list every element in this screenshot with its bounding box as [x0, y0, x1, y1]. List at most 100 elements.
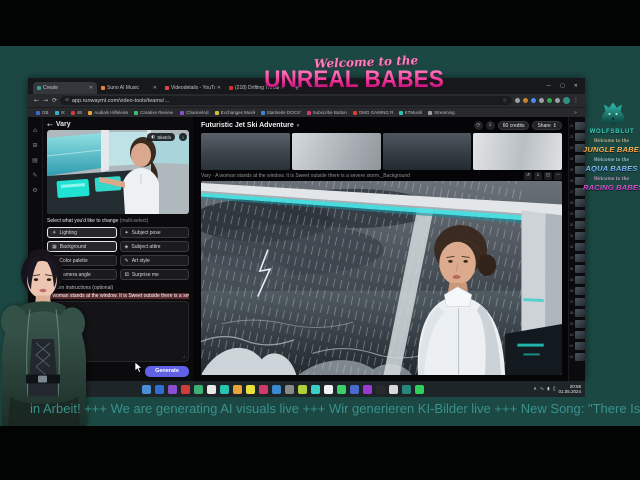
taskbar-app-icon[interactable]: [336, 384, 346, 394]
vary-option-button[interactable]: ⚄ Surprise me: [119, 269, 189, 280]
history-thumbnail[interactable]: [574, 210, 585, 218]
image-action-button[interactable]: ↺: [524, 171, 532, 180]
history-item[interactable]: 39: [570, 320, 585, 328]
tab-close-icon[interactable]: ✕: [153, 85, 157, 91]
history-item[interactable]: 41: [570, 342, 585, 350]
bookmark-item[interactable]: Exchanges Musik M…: [214, 110, 255, 115]
image-action-button[interactable]: ◱: [544, 171, 552, 180]
history-thumbnail[interactable]: [574, 276, 585, 284]
history-thumbnail[interactable]: [574, 353, 585, 361]
history-item[interactable]: 31: [570, 232, 585, 240]
history-item[interactable]: 21: [570, 122, 585, 130]
bookmark-item[interactable]: ChannelAd: [180, 110, 209, 115]
credits-badge[interactable]: 60 credits: [497, 121, 530, 130]
vary-option-button[interactable]: ☀ Lighting: [47, 227, 117, 238]
history-thumbnail[interactable]: [574, 342, 585, 350]
taskbar-app-icon[interactable]: [258, 384, 268, 394]
bookmark-item[interactable]: KTMusik: [398, 110, 422, 115]
generation-thumbnail[interactable]: [291, 133, 381, 170]
history-item[interactable]: 40: [570, 331, 585, 339]
taskbar-app-icon[interactable]: [180, 384, 190, 394]
taskbar-app-icon[interactable]: [232, 384, 242, 394]
history-item[interactable]: 30: [570, 221, 585, 229]
taskbar-app-icon[interactable]: [388, 384, 398, 394]
extension-icon[interactable]: [539, 98, 544, 103]
browser-tab[interactable]: Suno AI Music ✕: [97, 82, 161, 94]
tab-close-icon[interactable]: ✕: [89, 85, 93, 91]
taskbar-app-icon[interactable]: [310, 384, 320, 394]
taskbar-app-icon[interactable]: [141, 384, 151, 394]
generation-thumbnail[interactable]: [382, 133, 472, 170]
extension-icon[interactable]: [547, 98, 552, 103]
history-item[interactable]: 33: [570, 254, 585, 262]
history-thumbnail[interactable]: [574, 298, 585, 306]
browser-tab[interactable]: Videodetails - YouTube Studio ✕: [161, 82, 225, 94]
taskbar-app-icon[interactable]: [414, 384, 424, 394]
browser-menu-icon[interactable]: ⋮: [573, 97, 579, 104]
rail-tool-icon[interactable]: ⌂: [33, 127, 37, 134]
history-thumbnail[interactable]: [574, 265, 585, 273]
session-title[interactable]: Futuristic Jet Ski Adventure: [201, 122, 294, 129]
rail-tool-icon[interactable]: ✎: [32, 172, 37, 179]
bookmark-item[interactable]: Startseite DOCSY e.V.: [260, 110, 301, 115]
history-item[interactable]: 34: [570, 265, 585, 273]
history-item[interactable]: 38: [570, 309, 585, 317]
taskbar-app-icon[interactable]: [349, 384, 359, 394]
history-thumbnail[interactable]: [574, 122, 585, 130]
taskbar-clock[interactable]: 20:58 01.05.2024: [558, 384, 581, 395]
toolbar-icon-button[interactable]: ⇩: [485, 121, 495, 130]
history-thumbnail[interactable]: [574, 221, 585, 229]
taskbar-app-icon[interactable]: [284, 384, 294, 394]
tray-icon[interactable]: ◖: [547, 386, 550, 392]
rail-tool-icon[interactable]: ⊞: [32, 142, 37, 149]
image-action-button[interactable]: ↓: [534, 171, 542, 180]
bookmark-item[interactable]: Audials Hilfeleiste…: [88, 110, 128, 115]
taskbar-app-icon[interactable]: [401, 384, 411, 394]
history-thumbnail[interactable]: [574, 243, 585, 251]
bookmark-item[interactable]: OMG GAMING RUL…: [352, 110, 393, 115]
taskbar-app-icon[interactable]: [167, 384, 177, 394]
toolbar-icon-button[interactable]: ◷: [473, 121, 483, 130]
history-item[interactable]: 28: [570, 199, 585, 207]
history-item[interactable]: 35: [570, 276, 585, 284]
source-image-thumbnail[interactable]: ◐ Sketch i: [47, 130, 189, 214]
history-thumbnail[interactable]: [574, 331, 585, 339]
window-control-icon[interactable]: ▢: [560, 83, 565, 89]
nav-icon[interactable]: →: [43, 97, 48, 104]
extension-icon[interactable]: [515, 98, 520, 103]
history-item[interactable]: 37: [570, 298, 585, 306]
tab-close-icon[interactable]: ✕: [217, 85, 221, 91]
nav-icon[interactable]: ⟳: [52, 97, 57, 104]
bookmark-item[interactable]: 4B: [70, 110, 82, 115]
info-button[interactable]: i: [179, 133, 187, 141]
history-item[interactable]: 42: [570, 353, 585, 361]
generation-thumbnail[interactable]: [473, 133, 562, 170]
history-thumbnail[interactable]: [574, 254, 585, 262]
address-bar[interactable]: ⊙ app.runwayml.com/video-tools/teams/… ☆: [60, 96, 512, 105]
tray-icon[interactable]: ▯: [553, 386, 556, 392]
share-button[interactable]: Share ↥: [532, 121, 562, 130]
vary-option-button[interactable]: ✦ Subject pose: [119, 227, 189, 238]
history-thumbnail[interactable]: [574, 309, 585, 317]
bookmarks-overflow-icon[interactable]: »: [574, 110, 577, 116]
nav-icon[interactable]: ←: [34, 97, 39, 104]
taskbar-app-icon[interactable]: [245, 384, 255, 394]
history-item[interactable]: 32: [570, 243, 585, 251]
sketch-button[interactable]: ◐ Sketch: [147, 133, 175, 141]
taskbar-app-icon[interactable]: [271, 384, 281, 394]
tray-icon[interactable]: ∧: [533, 386, 537, 392]
window-control-icon[interactable]: ✕: [574, 83, 578, 89]
extension-icon[interactable]: [555, 98, 560, 103]
taskbar-app-icon[interactable]: [193, 384, 203, 394]
vary-option-button[interactable]: ◈ Subject attire: [119, 241, 189, 252]
taskbar-app-icon[interactable]: [297, 384, 307, 394]
extension-icon[interactable]: [523, 98, 528, 103]
window-control-icon[interactable]: —: [546, 83, 551, 89]
bookmark-item[interactable]: IX: [54, 110, 65, 115]
bookmark-item[interactable]: Subscribe Button/Y…: [306, 110, 347, 115]
history-item[interactable]: 29: [570, 210, 585, 218]
site-info-icon[interactable]: ⊙: [65, 98, 69, 103]
bookmark-item[interactable]: Streaming: [428, 110, 455, 115]
history-thumbnail[interactable]: [574, 320, 585, 328]
generate-button[interactable]: Generate: [145, 365, 189, 377]
